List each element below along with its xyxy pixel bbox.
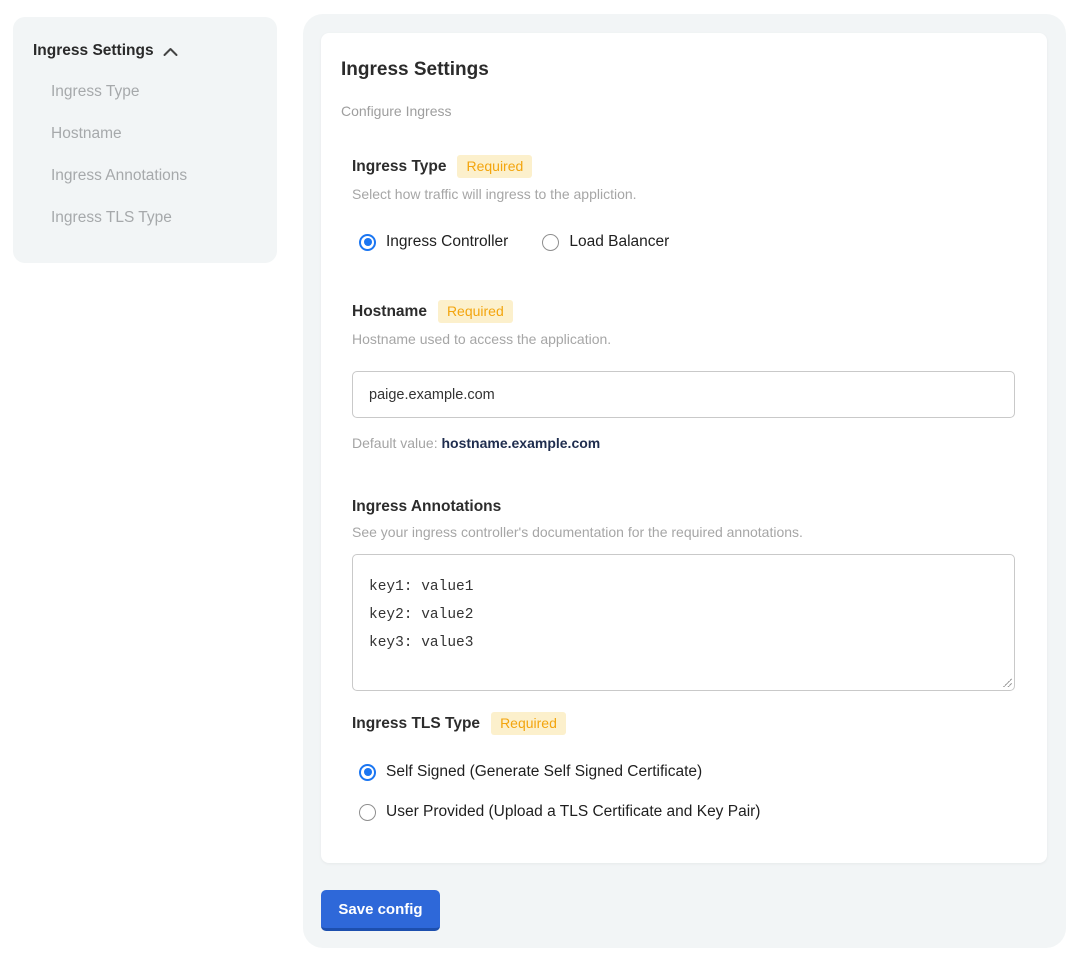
section-hostname: Hostname Required Hostname used to acces…: [352, 300, 1015, 451]
sidebar-item-ingress-type[interactable]: Ingress Type: [51, 71, 277, 113]
radio-selected-icon[interactable]: [359, 234, 376, 251]
ingress-annotations-label: Ingress Annotations: [352, 498, 501, 516]
radio-label: Ingress Controller: [386, 233, 508, 251]
radio-label: Self Signed (Generate Self Signed Certif…: [386, 763, 702, 781]
sidebar-item-hostname[interactable]: Hostname: [51, 113, 277, 155]
section-ingress-type: Ingress Type Required Select how traffic…: [352, 155, 1015, 251]
radio-unselected-icon[interactable]: [542, 234, 559, 251]
page-title: Ingress Settings: [341, 59, 1015, 81]
radio-unselected-icon[interactable]: [359, 804, 376, 821]
ingress-tls-radio-group: Self Signed (Generate Self Signed Certif…: [359, 763, 1015, 821]
radio-label: User Provided (Upload a TLS Certificate …: [386, 803, 760, 821]
radio-label: Load Balancer: [569, 233, 669, 251]
section-ingress-annotations: Ingress Annotations See your ingress con…: [352, 498, 1015, 691]
page-subtitle: Configure Ingress: [341, 103, 1015, 119]
default-value-text: hostname.example.com: [442, 435, 601, 451]
required-badge: Required: [491, 712, 566, 735]
required-badge: Required: [438, 300, 513, 323]
radio-option-user-provided[interactable]: User Provided (Upload a TLS Certificate …: [359, 803, 1015, 821]
sidebar-item-ingress-tls-type[interactable]: Ingress TLS Type: [51, 197, 277, 239]
sidebar-section-title: Ingress Settings: [33, 42, 154, 60]
ingress-settings-card: Ingress Settings Configure Ingress Ingre…: [321, 33, 1047, 863]
chevron-up-icon: [163, 47, 178, 57]
ingress-annotations-description: See your ingress controller's documentat…: [352, 524, 1015, 540]
section-ingress-tls-type: Ingress TLS Type Required Self Signed (G…: [352, 712, 1015, 821]
radio-option-self-signed[interactable]: Self Signed (Generate Self Signed Certif…: [359, 763, 1015, 781]
radio-selected-icon[interactable]: [359, 764, 376, 781]
radio-option-ingress-controller[interactable]: Ingress Controller: [359, 233, 508, 251]
settings-sidebar: Ingress Settings Ingress Type Hostname I…: [13, 17, 277, 263]
hostname-label: Hostname: [352, 303, 427, 321]
ingress-tls-type-label: Ingress TLS Type: [352, 715, 480, 733]
main-panel: Ingress Settings Configure Ingress Ingre…: [303, 14, 1066, 948]
hostname-input[interactable]: [352, 371, 1015, 418]
sidebar-item-list: Ingress Type Hostname Ingress Annotation…: [51, 71, 277, 239]
sidebar-item-ingress-annotations[interactable]: Ingress Annotations: [51, 155, 277, 197]
required-badge: Required: [457, 155, 532, 178]
annotations-textarea[interactable]: key1: value1 key2: value2 key3: value3: [352, 554, 1015, 691]
sidebar-section-toggle[interactable]: Ingress Settings: [33, 42, 277, 60]
ingress-type-label: Ingress Type: [352, 158, 446, 176]
ingress-type-description: Select how traffic will ingress to the a…: [352, 186, 1015, 202]
hostname-default-line: Default value: hostname.example.com: [352, 435, 1015, 451]
save-config-button[interactable]: Save config: [321, 890, 440, 931]
ingress-type-radio-group: Ingress Controller Load Balancer: [359, 233, 1015, 251]
hostname-description: Hostname used to access the application.: [352, 331, 1015, 347]
radio-option-load-balancer[interactable]: Load Balancer: [542, 233, 669, 251]
default-value-label: Default value:: [352, 435, 438, 451]
